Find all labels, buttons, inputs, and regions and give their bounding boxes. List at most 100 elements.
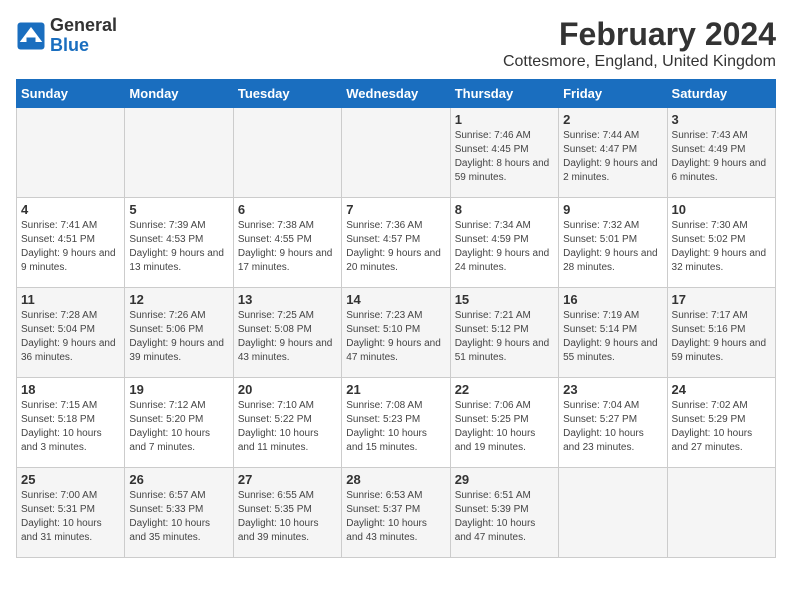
day-detail: Sunrise: 7:15 AM Sunset: 5:18 PM Dayligh… <box>21 399 120 455</box>
weekday-header-row: SundayMondayTuesdayWednesdayThursdayFrid… <box>17 80 776 108</box>
calendar-cell: 14 Sunrise: 7:23 AM Sunset: 5:10 PM Dayli… <box>342 288 450 378</box>
calendar-week-row: 11 Sunrise: 7:28 AM Sunset: 5:04 PM Dayli… <box>17 288 776 378</box>
day-number: 12 <box>129 292 228 307</box>
calendar-week-row: 25 Sunrise: 7:00 AM Sunset: 5:31 PM Dayli… <box>17 468 776 558</box>
day-number: 26 <box>129 472 228 487</box>
logo-blue: Blue <box>50 35 89 55</box>
calendar-cell: 6Sunrise: 7:38 AM Sunset: 4:55 PM Daylig… <box>233 198 341 288</box>
calendar-cell: 1 Sunrise: 7:46 AM Sunset: 4:45 PM Daylig… <box>450 108 558 198</box>
calendar-cell: 26 Sunrise: 6:57 AM Sunset: 5:33 PM Dayli… <box>125 468 233 558</box>
calendar-cell: 16 Sunrise: 7:19 AM Sunset: 5:14 PM Dayli… <box>559 288 667 378</box>
day-number: 17 <box>672 292 771 307</box>
weekday-header-thursday: Thursday <box>450 80 558 108</box>
calendar-week-row: 1 Sunrise: 7:46 AM Sunset: 4:45 PM Daylig… <box>17 108 776 198</box>
day-number: 3 <box>672 112 771 127</box>
weekday-header-monday: Monday <box>125 80 233 108</box>
day-number: 2 <box>563 112 662 127</box>
day-detail: Sunrise: 7:08 AM Sunset: 5:23 PM Dayligh… <box>346 399 445 455</box>
day-detail: Sunrise: 7:19 AM Sunset: 5:14 PM Dayligh… <box>563 309 662 365</box>
day-detail: Sunrise: 7:00 AM Sunset: 5:31 PM Dayligh… <box>21 489 120 545</box>
calendar-week-row: 4 Sunrise: 7:41 AM Sunset: 4:51 PM Daylig… <box>17 198 776 288</box>
day-detail: Sunrise: 6:51 AM Sunset: 5:39 PM Dayligh… <box>455 489 554 545</box>
day-number: 18 <box>21 382 120 397</box>
day-number: 16 <box>563 292 662 307</box>
calendar-cell: 2 Sunrise: 7:44 AM Sunset: 4:47 PM Daylig… <box>559 108 667 198</box>
day-number: 19 <box>129 382 228 397</box>
day-detail: Sunrise: 7:30 AM Sunset: 5:02 PM Dayligh… <box>672 219 771 275</box>
logo: General Blue <box>16 16 117 56</box>
day-detail: Sunrise: 7:39 AM Sunset: 4:53 PM Dayligh… <box>129 219 228 275</box>
logo-text: General Blue <box>50 16 117 56</box>
calendar-table: SundayMondayTuesdayWednesdayThursdayFrid… <box>16 79 776 558</box>
day-number: 29 <box>455 472 554 487</box>
day-detail: Sunrise: 7:17 AM Sunset: 5:16 PM Dayligh… <box>672 309 771 365</box>
calendar-cell: 4 Sunrise: 7:41 AM Sunset: 4:51 PM Daylig… <box>17 198 125 288</box>
day-detail: Sunrise: 7:41 AM Sunset: 4:51 PM Dayligh… <box>21 219 120 275</box>
calendar-cell: 11 Sunrise: 7:28 AM Sunset: 5:04 PM Dayli… <box>17 288 125 378</box>
calendar-cell: 19 Sunrise: 7:12 AM Sunset: 5:20 PM Dayli… <box>125 378 233 468</box>
day-detail: Sunrise: 7:44 AM Sunset: 4:47 PM Dayligh… <box>563 129 662 185</box>
day-detail: Sunrise: 7:04 AM Sunset: 5:27 PM Dayligh… <box>563 399 662 455</box>
day-detail: Sunrise: 7:25 AM Sunset: 5:08 PM Dayligh… <box>238 309 337 365</box>
calendar-cell: 12 Sunrise: 7:26 AM Sunset: 5:06 PM Dayli… <box>125 288 233 378</box>
day-number: 22 <box>455 382 554 397</box>
calendar-cell <box>233 108 341 198</box>
calendar-cell: 10 Sunrise: 7:30 AM Sunset: 5:02 PM Dayli… <box>667 198 775 288</box>
day-number: 25 <box>21 472 120 487</box>
calendar-cell: 22 Sunrise: 7:06 AM Sunset: 5:25 PM Dayli… <box>450 378 558 468</box>
day-detail: Sunrise: 7:06 AM Sunset: 5:25 PM Dayligh… <box>455 399 554 455</box>
month-title: February 2024 <box>503 16 776 53</box>
calendar-cell: 9Sunrise: 7:32 AM Sunset: 5:01 PM Daylig… <box>559 198 667 288</box>
calendar-cell: 25 Sunrise: 7:00 AM Sunset: 5:31 PM Dayli… <box>17 468 125 558</box>
calendar-cell: 28 Sunrise: 6:53 AM Sunset: 5:37 PM Dayli… <box>342 468 450 558</box>
page-header: General Blue February 2024 Cottesmore, E… <box>16 16 776 71</box>
day-detail: Sunrise: 7:46 AM Sunset: 4:45 PM Dayligh… <box>455 129 554 185</box>
calendar-cell <box>559 468 667 558</box>
calendar-cell: 3 Sunrise: 7:43 AM Sunset: 4:49 PM Daylig… <box>667 108 775 198</box>
calendar-cell <box>342 108 450 198</box>
day-number: 11 <box>21 292 120 307</box>
day-number: 9 <box>563 202 662 217</box>
day-detail: Sunrise: 7:21 AM Sunset: 5:12 PM Dayligh… <box>455 309 554 365</box>
logo-general: General <box>50 15 117 35</box>
calendar-cell: 20Sunrise: 7:10 AM Sunset: 5:22 PM Dayli… <box>233 378 341 468</box>
day-detail: Sunrise: 6:53 AM Sunset: 5:37 PM Dayligh… <box>346 489 445 545</box>
weekday-header-wednesday: Wednesday <box>342 80 450 108</box>
calendar-cell: 18 Sunrise: 7:15 AM Sunset: 5:18 PM Dayli… <box>17 378 125 468</box>
calendar-cell: 23Sunrise: 7:04 AM Sunset: 5:27 PM Dayli… <box>559 378 667 468</box>
day-detail: Sunrise: 7:23 AM Sunset: 5:10 PM Dayligh… <box>346 309 445 365</box>
day-number: 20 <box>238 382 337 397</box>
day-detail: Sunrise: 6:55 AM Sunset: 5:35 PM Dayligh… <box>238 489 337 545</box>
calendar-cell: 27Sunrise: 6:55 AM Sunset: 5:35 PM Dayli… <box>233 468 341 558</box>
calendar-cell: 29 Sunrise: 6:51 AM Sunset: 5:39 PM Dayli… <box>450 468 558 558</box>
weekday-header-friday: Friday <box>559 80 667 108</box>
day-detail: Sunrise: 7:34 AM Sunset: 4:59 PM Dayligh… <box>455 219 554 275</box>
day-number: 4 <box>21 202 120 217</box>
day-detail: Sunrise: 7:43 AM Sunset: 4:49 PM Dayligh… <box>672 129 771 185</box>
day-detail: Sunrise: 7:36 AM Sunset: 4:57 PM Dayligh… <box>346 219 445 275</box>
day-number: 13 <box>238 292 337 307</box>
calendar-cell: 13 Sunrise: 7:25 AM Sunset: 5:08 PM Dayli… <box>233 288 341 378</box>
day-number: 28 <box>346 472 445 487</box>
day-number: 8 <box>455 202 554 217</box>
calendar-cell: 15Sunrise: 7:21 AM Sunset: 5:12 PM Dayli… <box>450 288 558 378</box>
day-number: 14 <box>346 292 445 307</box>
calendar-cell: 5 Sunrise: 7:39 AM Sunset: 4:53 PM Daylig… <box>125 198 233 288</box>
day-number: 7 <box>346 202 445 217</box>
day-number: 5 <box>129 202 228 217</box>
day-number: 1 <box>455 112 554 127</box>
day-number: 10 <box>672 202 771 217</box>
calendar-cell: 8 Sunrise: 7:34 AM Sunset: 4:59 PM Daylig… <box>450 198 558 288</box>
day-detail: Sunrise: 7:26 AM Sunset: 5:06 PM Dayligh… <box>129 309 228 365</box>
calendar-cell <box>17 108 125 198</box>
weekday-header-tuesday: Tuesday <box>233 80 341 108</box>
day-number: 24 <box>672 382 771 397</box>
weekday-header-saturday: Saturday <box>667 80 775 108</box>
calendar-cell <box>125 108 233 198</box>
location-subtitle: Cottesmore, England, United Kingdom <box>503 53 776 71</box>
day-detail: Sunrise: 7:12 AM Sunset: 5:20 PM Dayligh… <box>129 399 228 455</box>
calendar-week-row: 18 Sunrise: 7:15 AM Sunset: 5:18 PM Dayli… <box>17 378 776 468</box>
calendar-cell: 24Sunrise: 7:02 AM Sunset: 5:29 PM Dayli… <box>667 378 775 468</box>
day-detail: Sunrise: 6:57 AM Sunset: 5:33 PM Dayligh… <box>129 489 228 545</box>
day-detail: Sunrise: 7:28 AM Sunset: 5:04 PM Dayligh… <box>21 309 120 365</box>
